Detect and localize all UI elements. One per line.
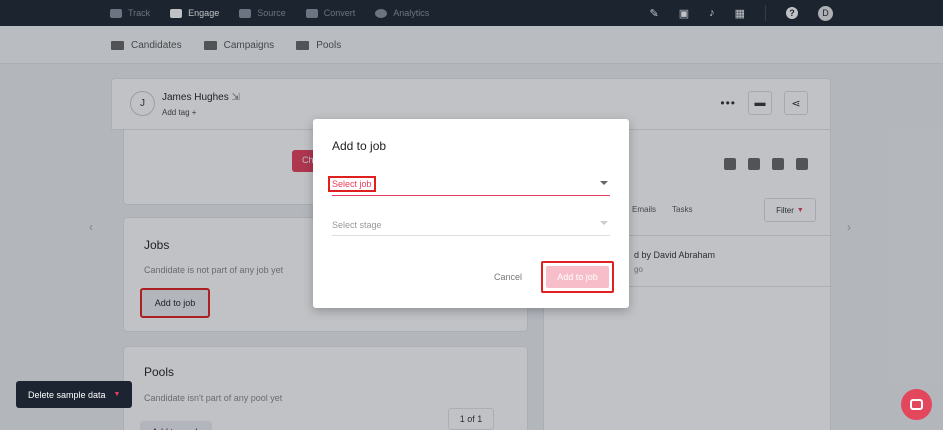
dialog-title: Add to job — [332, 139, 387, 153]
confirm-add-to-job-button[interactable]: Add to job — [546, 266, 609, 288]
confirm-button-highlight: Add to job — [541, 261, 614, 293]
add-to-job-dialog: Add to job Select job Select stage Cance… — [313, 119, 629, 308]
chat-launcher[interactable] — [901, 389, 932, 420]
chevron-down-icon — [600, 181, 608, 185]
select-stage-dropdown[interactable]: Select stage — [332, 216, 610, 236]
select-stage-placeholder: Select stage — [332, 220, 382, 230]
chevron-down-icon: ▼ — [113, 391, 121, 398]
select-job-dropdown[interactable]: Select job — [328, 176, 610, 196]
delete-sample-data-button[interactable]: Delete sample data ▼ — [16, 381, 132, 408]
chat-icon — [910, 399, 923, 410]
delete-sample-label: Delete sample data — [28, 389, 106, 400]
chevron-down-icon — [600, 221, 608, 225]
select-job-placeholder: Select job — [328, 176, 376, 192]
cancel-button[interactable]: Cancel — [494, 272, 522, 282]
